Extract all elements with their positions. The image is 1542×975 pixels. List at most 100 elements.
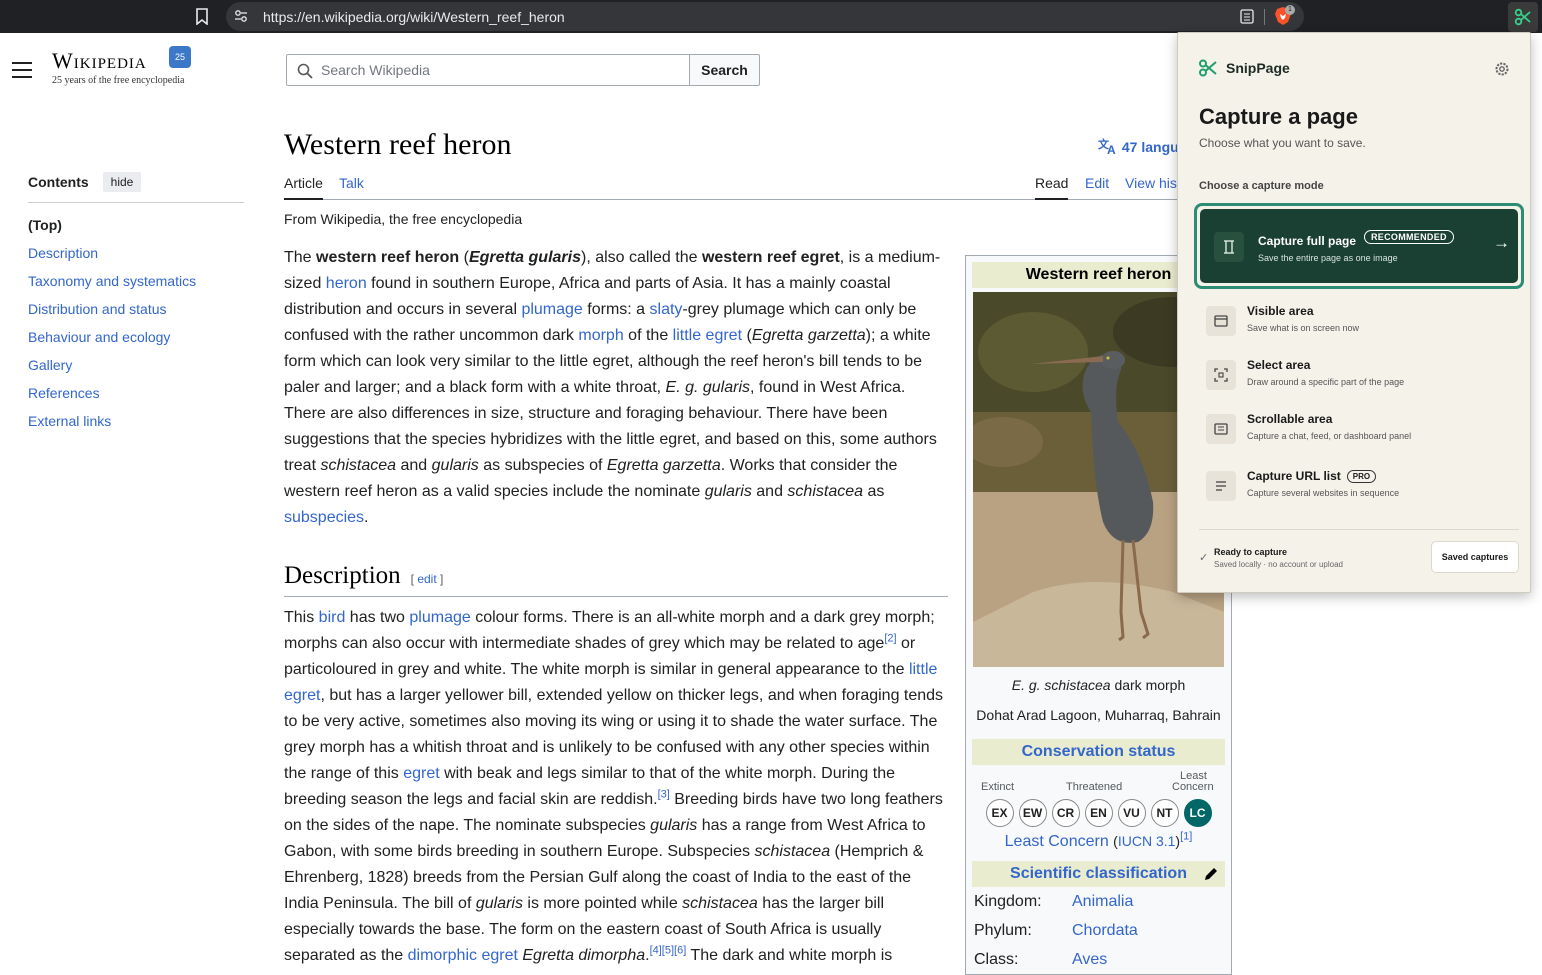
main-menu-button[interactable] (12, 62, 32, 78)
wiki-link[interactable]: heron (326, 275, 367, 292)
conservation-status-heading[interactable]: Conservation status (972, 739, 1225, 765)
snippage-popup: SnipPage Capture a page Choose what you … (1177, 32, 1531, 593)
taxonomy-value-link[interactable]: Chordata (1072, 922, 1138, 945)
pencil-icon[interactable] (1203, 866, 1219, 882)
toc-item-description[interactable]: Description (28, 243, 244, 271)
popup-title: Capture a page (1199, 104, 1358, 129)
status-en[interactable]: EN (1084, 799, 1113, 827)
recommended-badge: RECOMMENDED (1364, 230, 1454, 244)
search-input[interactable] (321, 55, 681, 85)
capture-url-list-option[interactable]: Capture URL list PRO Capture several webs… (1206, 466, 1516, 508)
ready-status: Ready to capture (1214, 547, 1288, 557)
status-ex[interactable]: EX (985, 799, 1014, 827)
wiki-link[interactable]: slaty (650, 301, 683, 318)
wiki-link[interactable]: egret (403, 765, 439, 782)
toc-item-references[interactable]: References (28, 383, 244, 411)
toc-list: (Top) Description Taxonomy and systemati… (28, 215, 244, 439)
capture-full-page-option[interactable]: Capture full page RECOMMENDED Save the e… (1194, 203, 1524, 289)
option-title: Capture URL list PRO (1247, 469, 1377, 483)
saved-captures-button[interactable]: Saved captures (1431, 541, 1519, 573)
least-concern-link[interactable]: Least Concern (1005, 833, 1109, 850)
text-run: gularis (475, 895, 523, 912)
reference-link[interactable]: [4][5][6] (650, 945, 687, 957)
option-desc: Capture a chat, feed, or dashboard panel (1247, 431, 1412, 441)
tab-edit[interactable]: Edit (1085, 175, 1109, 191)
site-settings-icon[interactable] (234, 9, 248, 23)
text-run: gularis (431, 457, 479, 474)
site-subtitle: From Wikipedia, the free encyclopedia (284, 211, 523, 227)
option-title: Visible area (1247, 304, 1314, 318)
url-list-icon (1206, 471, 1236, 501)
toc-item-external-links[interactable]: External links (28, 411, 244, 439)
text-run: E. g. gularis (665, 379, 751, 396)
snippage-extension-button[interactable] (1508, 2, 1538, 32)
wikipedia-logo[interactable]: Wikipedia 25 25 years of the free encycl… (52, 46, 191, 86)
search-icon (297, 63, 313, 79)
scientific-classification-heading[interactable]: Scientific classification (972, 861, 1225, 887)
scrollable-panel-icon (1206, 414, 1236, 444)
wiki-link[interactable]: subspecies (284, 509, 364, 526)
scrollable-area-option[interactable]: Scrollable area Capture a chat, feed, or… (1206, 409, 1516, 451)
toc-hide-button[interactable]: hide (102, 172, 142, 192)
popup-subtitle: Choose what you want to save. (1199, 136, 1366, 150)
wiki-link[interactable]: dimorphic egret (408, 947, 518, 964)
text-run: The dark and white morph is (686, 947, 893, 964)
description-edit-link[interactable]: edit (417, 572, 436, 586)
text-run: Egretta dimorpha (522, 947, 646, 964)
search-button[interactable]: Search (689, 54, 760, 86)
description-paragraph: This bird has two plumage colour forms. … (284, 605, 948, 969)
tab-read[interactable]: Read (1035, 175, 1069, 200)
language-button[interactable]: 文A 47 langu (1098, 137, 1179, 157)
brave-badge-count: 1 (1285, 5, 1295, 15)
text-run: schistacea (754, 843, 831, 860)
taxonomy-rank: Phylum: (974, 922, 1032, 939)
iucn-ref[interactable]: [1] (1180, 831, 1192, 843)
wiki-link[interactable]: little egret (673, 327, 742, 344)
search-box[interactable] (286, 54, 690, 86)
concern-label: Concern (1172, 781, 1214, 793)
text-run: and (396, 457, 432, 474)
reader-mode-icon[interactable] (1240, 9, 1254, 24)
languages-label: 47 langu (1121, 139, 1179, 155)
toc-item-behaviour[interactable]: Behaviour and ecology (28, 327, 244, 355)
reference-link[interactable]: [2] (884, 633, 896, 645)
toc-title: Contents (28, 174, 89, 190)
url-text[interactable]: https://en.wikipedia.org/wiki/Western_re… (263, 9, 565, 25)
text-run: This (284, 609, 319, 626)
address-bar[interactable]: https://en.wikipedia.org/wiki/Western_re… (226, 2, 1304, 31)
visible-area-option[interactable]: Visible area Save what is on screen now (1206, 301, 1516, 343)
toc-item-top[interactable]: (Top) (28, 215, 244, 243)
wikipedia-tagline: 25 years of the free encyclopedia (52, 75, 185, 86)
tab-talk[interactable]: Talk (339, 175, 364, 191)
status-cr[interactable]: CR (1051, 799, 1080, 827)
select-area-option[interactable]: Select area Draw around a specific part … (1206, 355, 1516, 397)
wiki-link[interactable]: plumage (409, 609, 470, 626)
status-vu[interactable]: VU (1117, 799, 1146, 827)
bookmark-icon[interactable] (194, 8, 210, 25)
tab-article[interactable]: Article (284, 175, 323, 200)
wiki-link[interactable]: plumage (521, 301, 582, 318)
status-nt[interactable]: NT (1150, 799, 1179, 827)
taxonomy-value-link[interactable]: Animalia (1072, 893, 1133, 916)
table-of-contents: Contents hide (Top) Description Taxonomy… (28, 172, 244, 439)
toc-item-distribution[interactable]: Distribution and status (28, 299, 244, 327)
text-run: forms: a (582, 301, 650, 318)
arrow-right-icon: → (1493, 233, 1510, 252)
tab-view-history[interactable]: View his (1125, 175, 1177, 191)
status-ew[interactable]: EW (1018, 799, 1047, 827)
browser-toolbar: https://en.wikipedia.org/wiki/Western_re… (0, 0, 1542, 33)
gear-icon[interactable] (1494, 61, 1510, 77)
full-page-title: Capture full page (1258, 234, 1357, 248)
wiki-link[interactable]: bird (319, 609, 346, 626)
status-lc[interactable]: LC (1183, 799, 1212, 827)
text-run: western reef egret (701, 249, 840, 266)
reference-link[interactable]: [3] (658, 789, 670, 801)
toc-item-taxonomy[interactable]: Taxonomy and systematics (28, 271, 244, 299)
toc-item-gallery[interactable]: Gallery (28, 355, 244, 383)
wiki-link[interactable]: morph (578, 327, 623, 344)
text-run: as subspecies of (478, 457, 607, 474)
taxonomy-value-link[interactable]: Aves (1072, 951, 1107, 974)
description-heading: Description[ edit ] (284, 562, 948, 597)
iucn-link[interactable]: IUCN 3.1 (1118, 833, 1176, 849)
taxonomy-row: Phylum: Chordata (974, 922, 1231, 945)
